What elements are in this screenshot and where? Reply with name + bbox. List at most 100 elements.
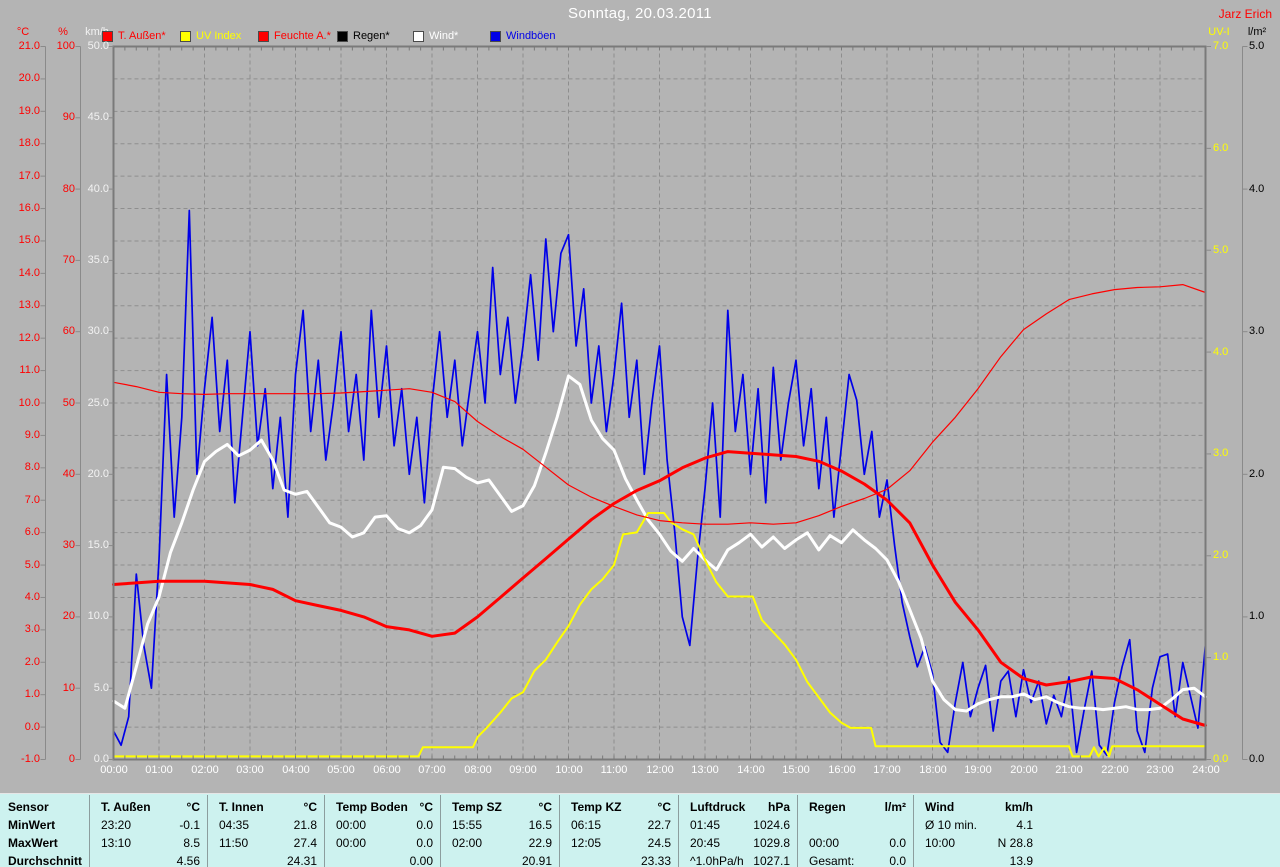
time-label: 21:00	[1055, 764, 1083, 776]
axis-tick-pct: 70	[62, 254, 75, 266]
table-cell-value: 1027.1	[753, 854, 790, 867]
table-col-temp-boden: Temp Boden °C 00:00 0.0 00:00 0.0 0.00	[324, 794, 440, 867]
table-cell-value: 24.5	[647, 836, 671, 850]
table-cell-value: 13.9	[1009, 854, 1033, 867]
table-row-label: MinWert	[8, 818, 56, 832]
axis-tick-pct: 30	[62, 539, 75, 551]
time-label: 22:00	[1101, 764, 1129, 776]
axis-tick-temp: 21.0	[18, 40, 40, 52]
time-label: 24:00	[1192, 764, 1220, 776]
axis-tick-pct: 40	[62, 468, 75, 480]
table-cell-value: 27.4	[293, 836, 317, 850]
weather-chart	[40, 45, 1248, 761]
axis-tick-rain: 4.0	[1249, 183, 1265, 195]
axis-tick-pct: 20	[62, 610, 75, 622]
table-cell-value: -0.1	[179, 818, 200, 832]
time-label: 02:00	[191, 764, 219, 776]
table-cell-time: ^1.0hPa/h	[690, 854, 744, 867]
table-cell-row	[797, 817, 913, 833]
table-cell-time: 15:55	[452, 818, 483, 832]
time-label: 14:00	[737, 764, 765, 776]
table-cell-row: Temp SZ °C	[440, 799, 559, 815]
table-cell-time: Regen	[809, 800, 846, 814]
time-label: 10:00	[555, 764, 583, 776]
table-cell-value: 21.8	[293, 818, 317, 832]
axis-tick-uv: 6.0	[1213, 142, 1229, 154]
table-cell-time: 01:45	[690, 818, 721, 832]
axis-tick-rain: 2.0	[1249, 468, 1265, 480]
table-cell-time: Gesamt:	[809, 854, 855, 867]
axis-tick-wind: 35.0	[87, 254, 109, 266]
table-cell-row: 00:00 0.0	[324, 835, 440, 851]
table-cell-row: 13.9	[913, 853, 1040, 867]
axis-tick-temp: 18.0	[18, 137, 40, 149]
table-cell-row: 23:20 -0.1	[89, 817, 207, 833]
axis-tick-pct: 100	[56, 40, 75, 52]
axis-tick-pct: 90	[62, 111, 75, 123]
table-cell-time: 10:00	[925, 836, 956, 850]
table-cell-row: 00:00 0.0	[324, 817, 440, 833]
axis-tick-temp: 17.0	[18, 170, 40, 182]
table-cell-value: 4.56	[176, 854, 200, 867]
axis-tick-pct: 10	[62, 682, 75, 694]
axis-tick-wind: 15.0	[87, 539, 109, 551]
table-cell-value: 4.1	[1016, 818, 1033, 832]
table-cell-row: 23.33	[559, 853, 678, 867]
table-cell-value: 0.0	[416, 836, 433, 850]
table-cell-time: 04:35	[219, 818, 250, 832]
table-cell-row: 13:10 8.5	[89, 835, 207, 851]
time-label: 19:00	[964, 764, 992, 776]
table-cell-time: Temp KZ	[571, 800, 622, 814]
table-cell-value: 24.31	[286, 854, 317, 867]
axis-tick-temp: 14.0	[18, 267, 40, 279]
table-cell-value: l/m²	[884, 800, 906, 814]
time-label: 07:00	[418, 764, 446, 776]
axis-tick-temp: 12.0	[18, 332, 40, 344]
table-cell-time: 13:10	[101, 836, 132, 850]
table-cell-value: 20.91	[521, 854, 552, 867]
time-label: 16:00	[828, 764, 856, 776]
table-cell-row: 0.00	[324, 853, 440, 867]
table-cell-time: Temp Boden	[336, 800, 408, 814]
table-cell-value: °C	[538, 800, 552, 814]
axis-tick-uv: 4.0	[1213, 346, 1229, 358]
axis-tick-temp: 2.0	[24, 656, 40, 668]
table-cell-value: °C	[419, 800, 433, 814]
table-cell-row: Luftdruck hPa	[678, 799, 797, 815]
table-cell-value: 22.9	[528, 836, 552, 850]
table-cell-row: Regen l/m²	[797, 799, 913, 815]
table-cell-value: °C	[657, 800, 671, 814]
axis-tick-temp: 11.0	[19, 364, 40, 376]
time-label: 12:00	[646, 764, 674, 776]
axis-tick-rain: 3.0	[1249, 325, 1265, 337]
table-col-t-au-en: T. Außen °C 23:20 -0.1 13:10 8.5 4.56	[89, 794, 207, 867]
axis-tick-temp: 19.0	[18, 105, 40, 117]
table-cell-time: T. Außen	[101, 800, 151, 814]
table-cell-value: 8.5	[183, 836, 200, 850]
axis-tick-rain: 0.0	[1249, 753, 1265, 765]
axis-tick-pct: 0	[68, 753, 75, 765]
time-label: 15:00	[782, 764, 810, 776]
table-cell-time: Wind	[925, 800, 955, 814]
table-col-regen: Regen l/m² 00:00 0.0 Gesamt: 0.0	[797, 794, 913, 867]
table-cell-row: 00:00 0.0	[797, 835, 913, 851]
table-cell-value: 23.33	[640, 854, 671, 867]
axis-tick-wind: 25.0	[87, 397, 109, 409]
axis-tick-pct: 80	[62, 183, 75, 195]
table-cell-row: Temp KZ °C	[559, 799, 678, 815]
table-col-temp-sz: Temp SZ °C 15:55 16.5 02:00 22.9 20.91	[440, 794, 559, 867]
table-cell-value: 1024.6	[753, 818, 790, 832]
time-label: 23:00	[1146, 764, 1174, 776]
time-label: 18:00	[919, 764, 947, 776]
table-cell-value: km/h	[1004, 800, 1033, 814]
table-cell-row: 01:45 1024.6	[678, 817, 797, 833]
time-label: 06:00	[373, 764, 401, 776]
table-cell-time: Ø 10 min.	[925, 818, 978, 832]
table-cell-row: Gesamt: 0.0	[797, 853, 913, 867]
table-cell-row: T. Außen °C	[89, 799, 207, 815]
time-label: 09:00	[509, 764, 537, 776]
table-cell-value: 0.0	[416, 818, 433, 832]
axis-tick-wind: 30.0	[87, 325, 109, 337]
table-cell-time: 12:05	[571, 836, 602, 850]
table-cell-row: 4.56	[89, 853, 207, 867]
